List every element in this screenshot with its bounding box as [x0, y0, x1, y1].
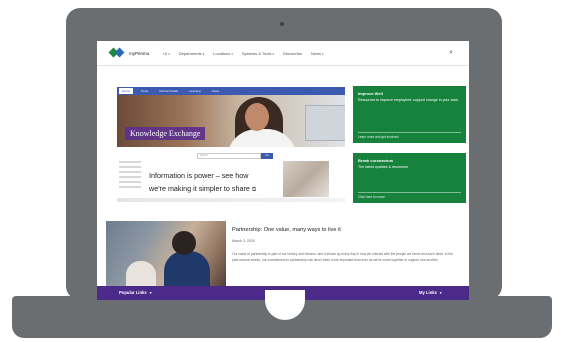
laptop-screen: myPenmo UI▾ Departments▾ Locations▾ Syst… — [97, 41, 469, 300]
search-icon[interactable]: ⌕ — [449, 49, 453, 57]
tab-news[interactable]: News — [209, 88, 223, 94]
tab-clinical-toolkit[interactable]: Clinical Toolkit — [156, 88, 181, 94]
card-link[interactable]: Click here for more — [358, 195, 385, 199]
monitor-image — [305, 105, 345, 141]
hero-title: Knowledge Exchange — [125, 127, 206, 140]
popular-links-button[interactable]: Popular Links ▾ — [119, 290, 152, 295]
chevron-down-icon: ▾ — [202, 51, 205, 56]
card-text: Resources to improve employees' support … — [358, 98, 460, 102]
logo-mark-icon — [108, 47, 125, 58]
person-face-image — [245, 103, 269, 131]
tab-home[interactable]: Home — [119, 88, 134, 94]
tab-learning[interactable]: Learning — [186, 88, 204, 94]
nav-links: UI▾ Departments▾ Locations▾ Systems & To… — [163, 51, 323, 56]
article-image — [283, 161, 329, 197]
card-title: Break coronavirus — [358, 158, 394, 163]
article-thumbnail — [119, 161, 141, 191]
info-headline-line2[interactable]: we're making it simpler to share ⧉ — [149, 184, 256, 194]
hero-search-input[interactable]: Search — [197, 153, 261, 159]
hero-banner[interactable]: Knowledge Exchange — [117, 95, 345, 147]
promo-card-coronavirus[interactable]: Break coronavirus The latest updates & r… — [353, 153, 466, 203]
nav-item-systems-tools[interactable]: Systems & Tools▾ — [242, 51, 274, 56]
brand-name: myPenmo — [129, 50, 150, 56]
external-link-icon: ⧉ — [251, 187, 257, 193]
divider — [117, 198, 345, 202]
nav-item-news[interactable]: News▾ — [311, 51, 324, 56]
chevron-down-icon: ▾ — [149, 291, 152, 295]
card-title: Improve Well — [358, 91, 383, 96]
divider — [358, 132, 461, 133]
promo-card-improve[interactable]: Improve Well Resources to improve employ… — [353, 86, 466, 143]
chevron-down-icon: ▾ — [322, 51, 324, 56]
divider — [358, 192, 461, 193]
chevron-down-icon: ▾ — [272, 51, 274, 56]
card-link[interactable]: Learn more and get involved — [358, 135, 398, 139]
tab-tools[interactable]: Tools — [138, 88, 151, 94]
chevron-down-icon: ▾ — [439, 291, 442, 295]
news-body: Our value of partnership is part of our … — [232, 252, 454, 262]
hero-tabs: Home Tools Clinical Toolkit Learning New… — [117, 87, 345, 95]
logo[interactable]: myPenmo — [108, 47, 150, 58]
chevron-down-icon: ▾ — [231, 51, 233, 56]
news-title[interactable]: Partnership: One value, many ways to liv… — [232, 227, 341, 233]
nav-item-ui[interactable]: UI▾ — [163, 51, 170, 56]
nav-item-locations[interactable]: Locations▾ — [213, 51, 233, 56]
nav-item-departments[interactable]: Departments▾ — [179, 51, 204, 56]
my-links-button[interactable]: My Links ▾ — [419, 290, 442, 295]
info-headline-line1[interactable]: Information is power – see how — [149, 171, 248, 180]
top-nav: myPenmo UI▾ Departments▾ Locations▾ Syst… — [97, 41, 469, 66]
hero-search-button[interactable]: Go — [261, 153, 273, 159]
nav-item-directories[interactable]: Directories — [283, 51, 302, 56]
card-text: The latest updates & resources — [358, 165, 408, 169]
news-date: March 3, 2020 — [232, 239, 255, 243]
chevron-down-icon: ▾ — [168, 51, 170, 56]
webcam-icon — [280, 22, 284, 26]
